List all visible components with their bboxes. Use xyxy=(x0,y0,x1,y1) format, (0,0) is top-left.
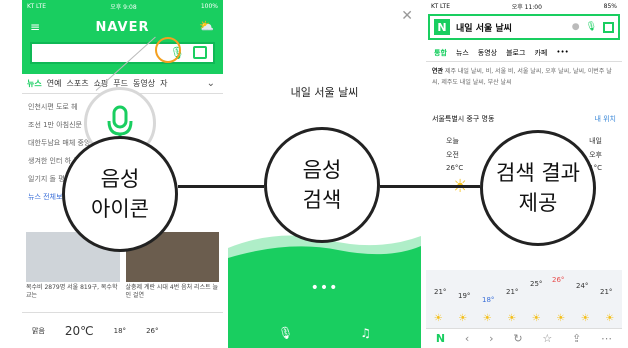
sun-icon: ☀ xyxy=(458,313,468,324)
sun-icon: ☀ xyxy=(605,313,615,324)
refresh-icon[interactable]: ↻ xyxy=(513,332,522,345)
related-keywords: 연관 제주 내일 날씨, 비, 서울 비, 서울 날씨, 오후 날씨, 날씨, … xyxy=(432,66,616,88)
cell: 오후 xyxy=(589,151,602,159)
bottom-icons: 🎙 ♫ xyxy=(228,326,421,340)
temp-label: 25° xyxy=(530,280,543,288)
weather-label: 맑음 xyxy=(32,326,45,335)
search-input[interactable]: 🎙 xyxy=(30,42,215,64)
battery: 85% xyxy=(603,2,617,10)
share-icon[interactable]: ⇪ xyxy=(572,332,581,345)
tab-video[interactable]: 동영상 xyxy=(133,78,155,89)
card-caption: 목수비 2879명 서울 819구, 목수학교는 xyxy=(26,284,118,299)
callout-text: 음성 xyxy=(100,167,140,191)
status-bar: KT LTE 오후 9:08 100% xyxy=(22,0,223,12)
spoken-query: 내일 서울 날씨 xyxy=(290,86,359,99)
card-caption: 살충제 계란 시대 4번 음처 리스트 늘인 걸연 xyxy=(125,284,219,299)
weather-location: 서울특별시 중구 명동 내 위치 xyxy=(432,114,616,124)
temp-label: 21° xyxy=(434,288,447,296)
temp-label: 24° xyxy=(576,282,589,290)
clear-icon[interactable]: ● xyxy=(572,22,580,32)
tab-all[interactable]: 통합 xyxy=(434,48,447,57)
tab-news[interactable]: 뉴스 xyxy=(27,78,42,89)
music-icon[interactable]: ♫ xyxy=(360,326,371,340)
callout-text: 제공 xyxy=(518,191,558,215)
time: 오후 9:08 xyxy=(110,3,137,11)
temp-label: 19° xyxy=(458,292,471,300)
tab-news[interactable]: 뉴스 xyxy=(456,48,469,57)
highlight-ring xyxy=(155,37,181,63)
sun-icon: ☀ xyxy=(507,313,517,324)
brand-logo: NAVER xyxy=(95,20,150,35)
sun-icon: ☀ xyxy=(580,313,590,324)
weather-icon[interactable]: ⛅ xyxy=(199,19,214,33)
callout-text: 검색 결과 xyxy=(496,161,580,185)
lens-icon[interactable] xyxy=(193,46,207,59)
stage: KT LTE 오후 9:08 100% ≡ NAVER ⛅ 🎙 뉴스 연예 스포… xyxy=(0,0,628,348)
tab-more[interactable]: 자 xyxy=(160,78,167,89)
chevron-down-icon[interactable]: ⌄ xyxy=(207,78,215,89)
weather-widget[interactable]: 맑음 20℃ 18° 26° xyxy=(22,312,223,348)
bookmark-icon[interactable]: ☆ xyxy=(542,332,552,345)
cell: 오전 xyxy=(446,151,459,159)
search-input[interactable]: 내일 서울 날씨 xyxy=(456,21,566,34)
home-icon[interactable]: N xyxy=(436,332,445,345)
tab-entertainment[interactable]: 연예 xyxy=(47,78,62,89)
sun-icon: ☀ xyxy=(433,313,443,324)
forecast-2: 26° xyxy=(146,326,159,335)
connector-line xyxy=(380,185,480,188)
status-bar: KT LTE 오후 11:00 85% xyxy=(426,0,622,12)
cell: 오늘 xyxy=(446,137,459,145)
forecast-1: 18° xyxy=(113,326,127,335)
time: 오후 11:00 xyxy=(511,3,542,11)
temp-label: 21° xyxy=(600,288,613,296)
listening-dots: ••• xyxy=(310,280,339,296)
forward-icon[interactable]: › xyxy=(489,332,493,345)
cell: 내일 xyxy=(589,137,602,145)
lens-icon[interactable] xyxy=(603,21,614,33)
temp-label: 21° xyxy=(506,288,519,296)
carrier: KT LTE xyxy=(431,2,451,10)
carrier: KT LTE xyxy=(27,2,47,10)
connector-line xyxy=(178,185,264,188)
weather-icon-row: ☀ ☀ ☀ ☀ ☀ ☀ ☀ ☀ xyxy=(426,313,622,329)
sun-icon: ☀ xyxy=(482,313,492,324)
tab-blog[interactable]: 블로그 xyxy=(506,48,525,57)
sun-icon: ☀ xyxy=(531,313,541,324)
mic-icon[interactable]: 🎙 xyxy=(278,326,293,340)
my-location-link[interactable]: 내 위치 xyxy=(594,114,616,124)
mic-icon[interactable]: 🎙 xyxy=(586,22,597,32)
more-icon[interactable]: ••• xyxy=(556,48,568,57)
related-label: 연관 xyxy=(432,68,444,75)
callout-search-result: 검색 결과 제공 xyxy=(480,130,596,246)
callout-text: 검색 xyxy=(302,188,342,212)
location-name: 서울특별시 중구 명동 xyxy=(432,115,495,123)
search-bar[interactable]: N 내일 서울 날씨 ● 🎙 xyxy=(428,14,620,40)
tab-sports[interactable]: 스포츠 xyxy=(66,78,88,89)
more-icon[interactable]: ⋯ xyxy=(601,332,612,345)
callout-text: 음성 xyxy=(302,158,342,182)
temp-label: 18° xyxy=(482,296,495,304)
temperature-graph: 21° 19° 18° 21° 25° 26° 24° 21° xyxy=(426,270,622,314)
callout-voice-search: 음성 검색 xyxy=(264,127,380,243)
callout-text: 아이콘 xyxy=(91,197,149,221)
sun-icon: ☀ xyxy=(556,313,566,324)
temp-label: 26° xyxy=(552,276,565,284)
callout-voice-icon: 음성 아이콘 xyxy=(62,136,178,252)
battery: 100% xyxy=(200,2,218,10)
related-list[interactable]: 제주 내일 날씨, 비, 서울 비, 서울 날씨, 오후 날씨, 날씨, 이번주… xyxy=(432,68,612,86)
back-icon[interactable]: ‹ xyxy=(465,332,469,345)
tab-cafe[interactable]: 카페 xyxy=(534,48,547,57)
bottom-nav: N ‹ › ↻ ☆ ⇪ ⋯ xyxy=(426,328,622,348)
tab-video[interactable]: 동영상 xyxy=(478,48,497,57)
close-icon[interactable]: ✕ xyxy=(401,8,413,24)
result-tabs: 통합 뉴스 동영상 블로그 카페 ••• xyxy=(426,44,622,62)
naver-logo-icon[interactable]: N xyxy=(434,19,450,35)
weather-temp: 20℃ xyxy=(64,323,94,338)
